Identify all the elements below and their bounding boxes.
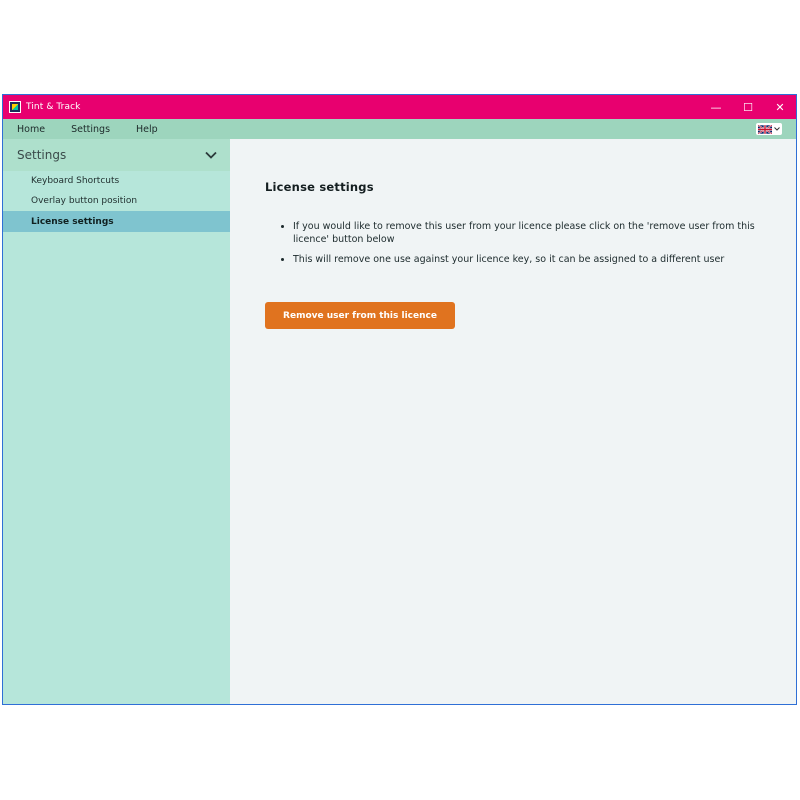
- sidebar-item-license-settings[interactable]: License settings: [3, 211, 230, 232]
- sidebar-item-keyboard-shortcuts[interactable]: Keyboard Shortcuts: [3, 171, 230, 191]
- app-logo-icon: [9, 101, 21, 113]
- sidebar-section-settings[interactable]: Settings: [3, 139, 230, 171]
- title-bar[interactable]: Tint & Track — ☐ ✕: [3, 95, 796, 119]
- uk-flag-icon: [758, 124, 772, 134]
- maximize-button[interactable]: ☐: [732, 95, 764, 119]
- list-item: If you would like to remove this user fr…: [293, 220, 773, 246]
- chevron-down-icon: [774, 127, 780, 131]
- main-content: License settings If you would like to re…: [230, 139, 796, 704]
- sidebar: Settings Keyboard Shortcuts Overlay butt…: [3, 139, 230, 704]
- menu-help[interactable]: Help: [123, 124, 171, 135]
- menu-bar: Home Settings Help: [3, 119, 796, 139]
- minimize-button[interactable]: —: [700, 95, 732, 119]
- sidebar-item-overlay-button-position[interactable]: Overlay button position: [3, 191, 230, 211]
- app-window: Tint & Track — ☐ ✕ Home Settings Help Se…: [2, 94, 797, 705]
- menu-home[interactable]: Home: [3, 124, 58, 135]
- info-list: If you would like to remove this user fr…: [281, 220, 773, 273]
- remove-user-button[interactable]: Remove user from this licence: [265, 302, 455, 329]
- list-item: This will remove one use against your li…: [293, 253, 773, 266]
- close-button[interactable]: ✕: [764, 95, 796, 119]
- window-title: Tint & Track: [26, 102, 81, 112]
- chevron-down-icon: [205, 151, 217, 159]
- menu-settings[interactable]: Settings: [58, 124, 123, 135]
- language-selector[interactable]: [756, 123, 782, 135]
- sidebar-section-label: Settings: [17, 148, 67, 162]
- page-title: License settings: [265, 180, 374, 194]
- window-controls: — ☐ ✕: [700, 95, 796, 119]
